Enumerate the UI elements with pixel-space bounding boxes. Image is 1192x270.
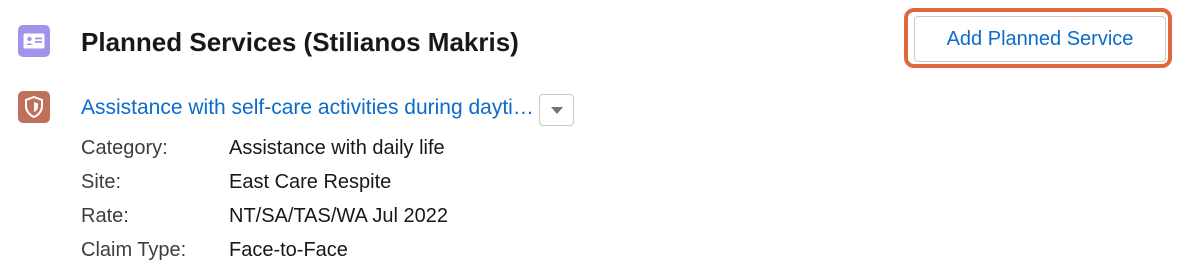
detail-value: Face-to-Face <box>229 238 348 261</box>
detail-label: Rate: <box>81 204 129 227</box>
shield-icon <box>18 91 50 123</box>
planned-service-link[interactable]: Assistance with self-care activities dur… <box>81 96 537 120</box>
chevron-down-icon <box>550 106 563 114</box>
detail-value: Assistance with daily life <box>229 136 445 159</box>
detail-row-category: Category: Assistance with daily life <box>81 131 448 165</box>
planned-services-card: Planned Services (Stilianos Makris) Add … <box>0 0 1192 270</box>
add-planned-service-button[interactable]: Add Planned Service <box>914 16 1166 62</box>
detail-row-site: Site: East Care Respite <box>81 165 448 199</box>
detail-row-rate: Rate: NT/SA/TAS/WA Jul 2022 <box>81 199 448 233</box>
detail-label: Site: <box>81 170 122 193</box>
detail-label: Claim Type: <box>81 238 187 261</box>
detail-value: NT/SA/TAS/WA Jul 2022 <box>229 204 448 227</box>
detail-value: East Care Respite <box>229 170 392 193</box>
page-title: Planned Services (Stilianos Makris) <box>81 27 519 57</box>
contact-card-icon <box>18 25 50 57</box>
item-actions-menu-button[interactable] <box>539 94 574 126</box>
service-details: Category: Assistance with daily life Sit… <box>81 131 448 267</box>
detail-label: Category: <box>81 136 168 159</box>
detail-row-claim-type: Claim Type: Face-to-Face <box>81 233 448 267</box>
